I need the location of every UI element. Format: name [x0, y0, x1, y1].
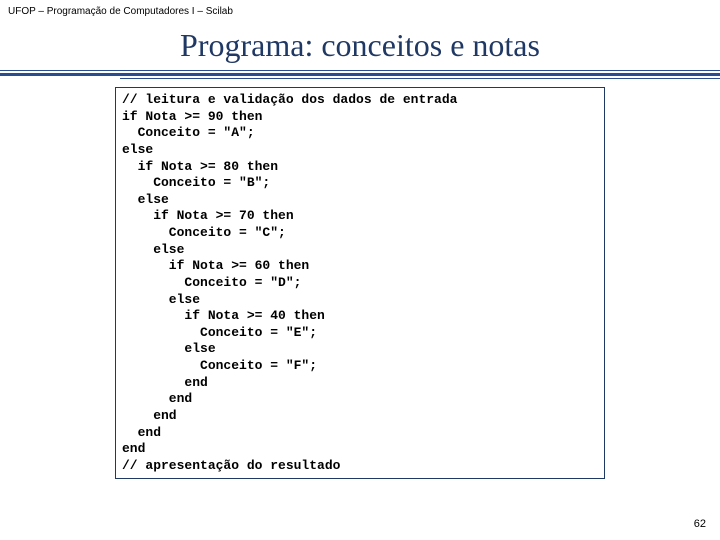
rule-indent	[120, 78, 720, 79]
slide-title: Programa: conceitos e notas	[0, 27, 720, 64]
rule-thin	[0, 70, 720, 71]
course-header: UFOP – Programação de Computadores I – S…	[0, 0, 720, 17]
rule-thick	[0, 73, 720, 76]
page-number: 62	[694, 518, 706, 530]
code-listing: // leitura e validação dos dados de entr…	[115, 87, 605, 479]
title-underline	[0, 70, 720, 79]
